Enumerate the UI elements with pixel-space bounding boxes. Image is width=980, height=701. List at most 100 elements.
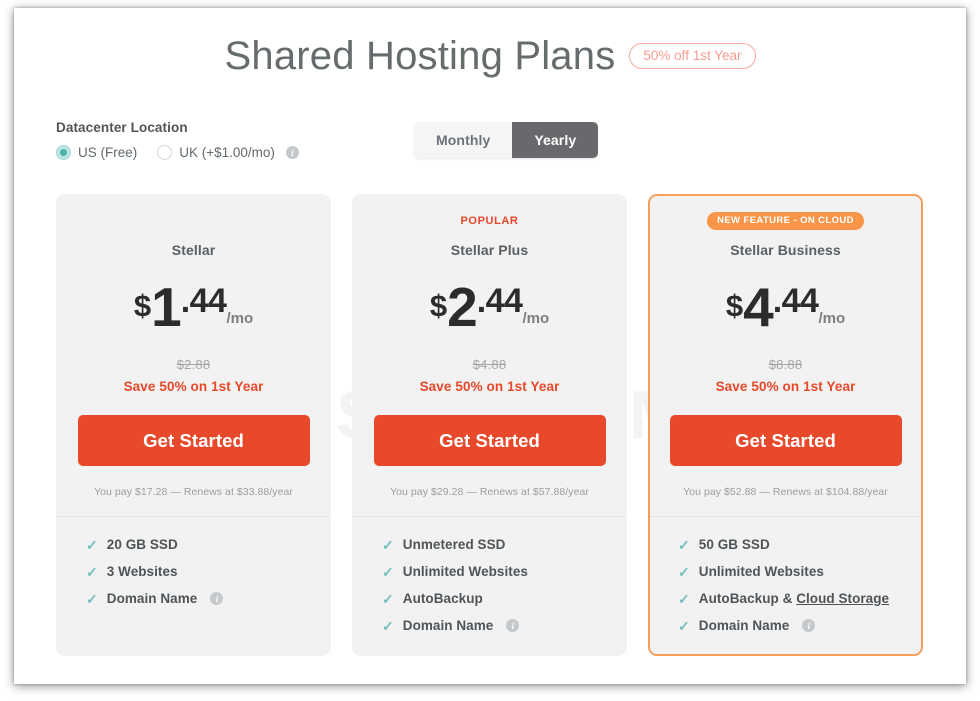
feature-item: ✓ Unmetered SSD bbox=[382, 537, 625, 552]
get-started-button[interactable]: Get Started bbox=[669, 415, 902, 466]
feature-text-wrap: 50 GB SSD bbox=[699, 537, 770, 552]
feature-label: Domain Name bbox=[698, 618, 790, 633]
check-icon: ✓ bbox=[678, 617, 690, 634]
feature-text-wrap: Unlimited Websites bbox=[699, 564, 824, 579]
feature-list: ✓ 20 GB SSD ✓ 3 Websites ✓ Domain Name i bbox=[58, 517, 329, 606]
radio-button-uk[interactable] bbox=[157, 145, 173, 160]
radio-option-us[interactable]: US (Free) bbox=[56, 145, 137, 160]
feature-item: ✓ 50 GB SSD bbox=[678, 537, 921, 552]
get-started-button[interactable]: Get Started bbox=[77, 415, 310, 466]
plan-price: $2.44/mo bbox=[354, 280, 625, 335]
feature-label: Unlimited Websites bbox=[402, 564, 528, 579]
renewal-note: You pay $17.28 — Renews at $33.88/year bbox=[94, 486, 293, 498]
check-icon: ✓ bbox=[678, 590, 690, 607]
old-price: $2.88 bbox=[176, 357, 211, 372]
toggle-monthly[interactable]: Monthly bbox=[414, 122, 513, 158]
radio-label-uk: UK (+$1.00/mo) bbox=[179, 145, 275, 160]
feature-label: Domain Name bbox=[106, 591, 198, 606]
get-started-button[interactable]: Get Started bbox=[373, 415, 606, 466]
radio-option-uk[interactable]: UK (+$1.00/mo) i bbox=[157, 145, 299, 160]
check-icon: ✓ bbox=[382, 617, 394, 634]
radio-button-us[interactable] bbox=[56, 145, 71, 160]
old-price: $8.88 bbox=[768, 357, 803, 372]
feature-item: ✓ Domain Name i bbox=[382, 618, 625, 633]
price-whole: 4 bbox=[743, 276, 774, 338]
page-title: Shared Hosting Plans bbox=[224, 34, 616, 78]
feature-label: 3 Websites bbox=[106, 564, 178, 579]
renewal-note: You pay $52.88 — Renews at $104.88/year bbox=[683, 486, 888, 498]
plan-name: Stellar Business bbox=[730, 242, 841, 258]
info-icon[interactable]: i bbox=[210, 592, 224, 605]
screenshot-viewport: ORIDSITE.COM Shared Hosting Plans 50% of… bbox=[0, 0, 980, 701]
price-whole: 1 bbox=[151, 276, 182, 338]
datacenter-location-group: Datacenter Location US (Free) UK (+$1.00… bbox=[56, 120, 299, 160]
plan-price: $4.44/mo bbox=[650, 280, 921, 335]
feature-item: ✓ 20 GB SSD bbox=[86, 537, 329, 552]
feature-label: 50 GB SSD bbox=[698, 537, 770, 552]
feature-link[interactable]: Cloud Storage bbox=[796, 591, 889, 606]
pricing-card: NEW FEATURE - ON CLOUD Stellar Business $4… bbox=[648, 194, 923, 656]
old-price: $4.88 bbox=[472, 357, 507, 372]
feature-text-wrap: Unmetered SSD bbox=[403, 537, 506, 552]
pricing-cards: Stellar $1.44/mo $2.88 Save 50% on 1st Year… bbox=[56, 194, 924, 656]
feature-item: ✓ Unlimited Websites bbox=[678, 564, 921, 579]
price-cents: .44 bbox=[476, 282, 523, 320]
feature-text-wrap: Domain Name bbox=[699, 618, 790, 633]
info-icon[interactable]: i bbox=[802, 619, 816, 632]
feature-text-wrap: 3 Websites bbox=[107, 564, 178, 579]
renewal-note: You pay $29.28 — Renews at $57.88/year bbox=[390, 486, 589, 498]
feature-label: Unlimited Websites bbox=[698, 564, 824, 579]
feature-text-wrap: AutoBackup bbox=[403, 591, 483, 606]
info-icon[interactable]: i bbox=[285, 146, 299, 159]
page-header: Shared Hosting Plans 50% off 1st Year bbox=[14, 36, 966, 76]
feature-item: ✓ 3 Websites bbox=[86, 564, 329, 579]
card-badge-slot bbox=[58, 210, 329, 232]
feature-text-wrap: Domain Name bbox=[107, 591, 198, 606]
pricing-card: Stellar $1.44/mo $2.88 Save 50% on 1st Year… bbox=[56, 194, 331, 656]
savings-text: Save 50% on 1st Year bbox=[419, 379, 560, 394]
toggle-yearly[interactable]: Yearly bbox=[512, 122, 599, 158]
pricing-page-panel: ORIDSITE.COM Shared Hosting Plans 50% of… bbox=[14, 8, 966, 684]
price-whole: 2 bbox=[447, 276, 478, 338]
feature-text-wrap: 20 GB SSD bbox=[107, 537, 178, 552]
check-icon: ✓ bbox=[678, 536, 690, 553]
feature-label: Unmetered SSD bbox=[402, 537, 506, 552]
price-period: /mo bbox=[226, 310, 254, 327]
card-badge-slot: POPULAR bbox=[354, 210, 625, 232]
check-icon: ✓ bbox=[382, 563, 394, 580]
check-icon: ✓ bbox=[86, 590, 98, 607]
feature-item: ✓ AutoBackup & Cloud Storage bbox=[678, 591, 921, 606]
price-period: /mo bbox=[522, 310, 550, 327]
discount-badge: 50% off 1st Year bbox=[629, 42, 756, 70]
feature-text-wrap: Domain Name bbox=[403, 618, 494, 633]
card-badge-slot: NEW FEATURE - ON CLOUD bbox=[650, 210, 921, 232]
check-icon: ✓ bbox=[382, 536, 394, 553]
feature-label: AutoBackup & bbox=[698, 591, 797, 606]
feature-text-wrap: Unlimited Websites bbox=[403, 564, 528, 579]
price-period: /mo bbox=[818, 310, 846, 327]
radio-label-us: US (Free) bbox=[78, 145, 138, 160]
feature-item: ✓ Domain Name i bbox=[86, 591, 329, 606]
check-icon: ✓ bbox=[678, 563, 690, 580]
savings-text: Save 50% on 1st Year bbox=[123, 379, 264, 394]
plan-name: Stellar Plus bbox=[450, 242, 529, 258]
plan-name: Stellar bbox=[171, 242, 216, 258]
datacenter-radio-row: US (Free) UK (+$1.00/mo) i bbox=[56, 145, 299, 160]
price-cents: .44 bbox=[180, 282, 227, 320]
price-currency: $ bbox=[133, 288, 152, 323]
price-currency: $ bbox=[725, 288, 744, 323]
datacenter-location-label: Datacenter Location bbox=[56, 120, 188, 135]
price-currency: $ bbox=[429, 288, 448, 323]
feature-label: AutoBackup bbox=[402, 591, 483, 606]
new-feature-badge: NEW FEATURE - ON CLOUD bbox=[707, 211, 864, 231]
feature-list: ✓ Unmetered SSD ✓ Unlimited Websites ✓ AutoBa… bbox=[354, 517, 625, 633]
billing-period-toggle[interactable]: Monthly Yearly bbox=[414, 122, 599, 158]
feature-item: ✓ Unlimited Websites bbox=[382, 564, 625, 579]
price-cents: .44 bbox=[772, 282, 819, 320]
pricing-card: POPULAR Stellar Plus $2.44/mo $4.88 Save 50%… bbox=[352, 194, 627, 656]
plan-price: $1.44/mo bbox=[58, 280, 329, 335]
info-icon[interactable]: i bbox=[506, 619, 520, 632]
controls-row: Datacenter Location US (Free) UK (+$1.00… bbox=[14, 112, 966, 172]
check-icon: ✓ bbox=[382, 590, 394, 607]
check-icon: ✓ bbox=[86, 536, 98, 553]
